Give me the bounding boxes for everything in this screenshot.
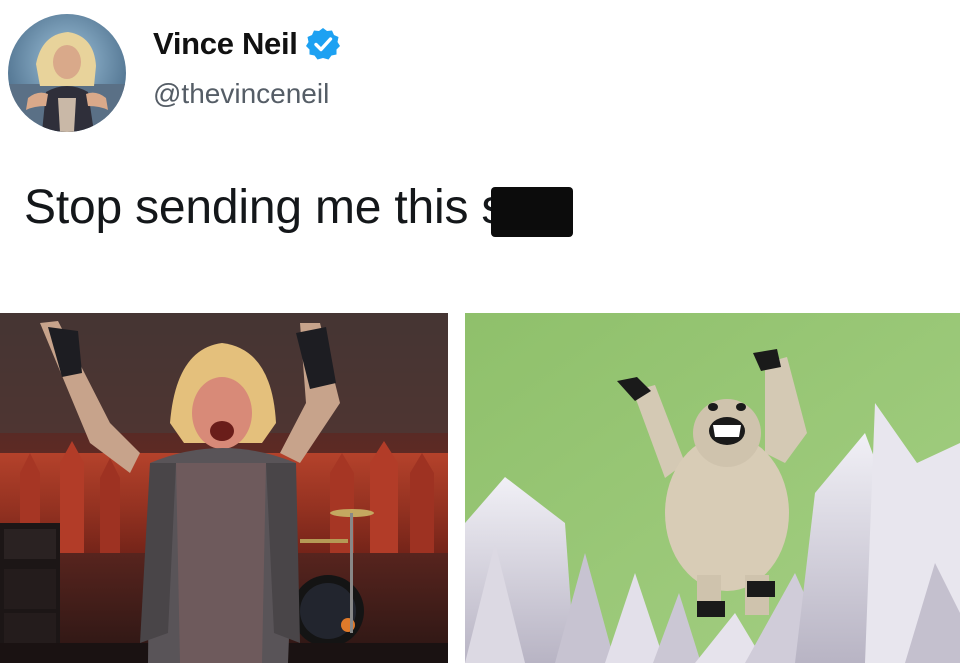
censor-bar — [491, 186, 574, 237]
abominable-snowman-photo[interactable] — [465, 313, 960, 663]
avatar[interactable] — [8, 14, 126, 132]
display-name[interactable]: Vince Neil — [153, 26, 298, 62]
tweet-text: Stop sending me this s — [24, 180, 574, 237]
verified-badge-icon — [305, 27, 340, 61]
user-handle[interactable]: @thevinceneil — [153, 78, 329, 110]
tweet-header: Vince Neil @thevinceneil — [0, 0, 960, 150]
avatar-photo — [8, 14, 126, 132]
tweet-media — [0, 313, 960, 663]
concert-photo[interactable] — [0, 313, 448, 663]
name-row: Vince Neil — [153, 26, 340, 62]
tweet-body: Stop sending me this s — [24, 181, 506, 234]
